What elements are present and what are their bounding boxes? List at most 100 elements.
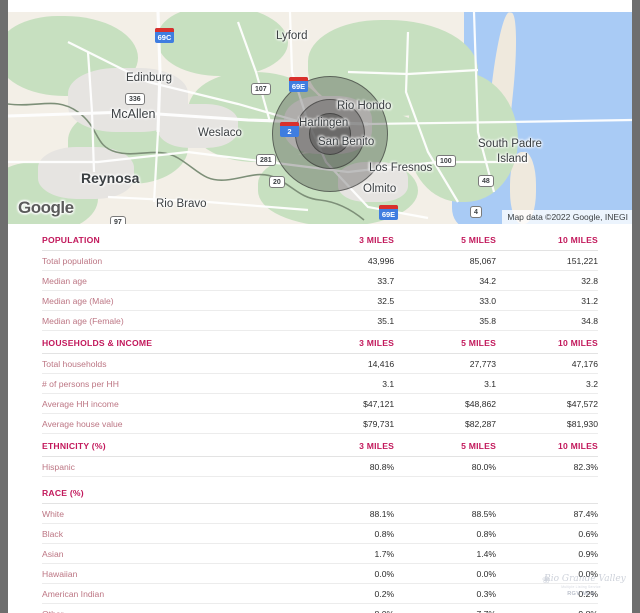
table-row: Average house value $79,731 $82,287 $81,930 xyxy=(42,413,598,434)
table-row: White 88.1% 88.5% 87.4% xyxy=(42,503,598,524)
map-attribution: Map data ©2022 Google, INEGI xyxy=(502,210,632,224)
row-label: Average house value xyxy=(42,413,293,434)
section-header-row: HOUSEHOLDS & INCOME 3 MILES 5 MILES 10 MILE… xyxy=(42,330,598,354)
row-value-2: 85,067 xyxy=(394,250,497,271)
table-row: Total population 43,996 85,067 151,221 xyxy=(42,250,598,271)
column-header-3: 10 MILES xyxy=(496,228,598,251)
listing-demographics-page: Lyford Edinburg McAllen Weslaco Reynosa Rio B… xyxy=(8,0,632,613)
row-value-1: 3.1 xyxy=(292,373,395,394)
column-header-1: 3 MILES xyxy=(292,433,395,457)
section-header-row: RACE (%) xyxy=(42,476,598,504)
highway-shield-336: 336 xyxy=(125,93,145,105)
table-row: Total households 14,416 27,773 47,176 xyxy=(42,353,598,374)
map-label-rio-bravo: Rio Bravo xyxy=(156,198,207,210)
row-value-3: $81,930 xyxy=(496,413,598,434)
row-label: Black xyxy=(42,523,293,544)
map-label-olmito: Olmito xyxy=(363,183,397,195)
table-row: Hispanic 80.8% 80.0% 82.3% xyxy=(42,456,598,477)
row-value-2: 0.3% xyxy=(394,583,497,604)
row-value-1: 14,416 xyxy=(292,353,395,374)
interstate-shield-69E: 69E xyxy=(289,77,308,92)
demographics-radius-map[interactable]: Lyford Edinburg McAllen Weslaco Reynosa Rio B… xyxy=(8,12,632,224)
row-label: Asian xyxy=(42,543,293,564)
table-row: # of persons per HH 3.1 3.1 3.2 xyxy=(42,373,598,394)
map-canvas[interactable]: Lyford Edinburg McAllen Weslaco Reynosa Rio B… xyxy=(8,12,632,224)
row-value-2: 35.8 xyxy=(394,310,497,331)
map-label-weslaco: Weslaco xyxy=(198,127,242,139)
section-title: HOUSEHOLDS & INCOME xyxy=(42,330,293,354)
table-row: Median age 33.7 34.2 32.8 xyxy=(42,270,598,291)
row-value-2: 80.0% xyxy=(394,456,497,477)
row-value-2: 1.4% xyxy=(394,543,497,564)
row-value-3: 32.8 xyxy=(496,270,598,291)
row-value-3: 47,176 xyxy=(496,353,598,374)
map-label-mcallen: McAllen xyxy=(111,107,156,121)
row-value-2: $82,287 xyxy=(394,413,497,434)
highway-shield-107: 107 xyxy=(251,83,271,95)
row-label: Median age (Female) xyxy=(42,310,293,331)
row-label: Median age (Male) xyxy=(42,290,293,311)
row-value-3: 151,221 xyxy=(496,250,598,271)
map-label-lyford: Lyford xyxy=(276,30,308,42)
row-value-1: 88.1% xyxy=(292,503,395,524)
column-header-2 xyxy=(394,476,497,504)
row-value-1: 80.8% xyxy=(292,456,395,477)
section-title: ETHNICITY (%) xyxy=(42,433,293,457)
highway-shield-20: 20 xyxy=(269,176,285,188)
row-value-1: $79,731 xyxy=(292,413,395,434)
interstate-shield-2: 2 xyxy=(280,122,299,137)
row-value-1: 0.8% xyxy=(292,523,395,544)
row-value-1: 1.7% xyxy=(292,543,395,564)
row-value-1: $47,121 xyxy=(292,393,395,414)
column-header-2: 5 MILES xyxy=(394,433,497,457)
row-value-3: 87.4% xyxy=(496,503,598,524)
row-label: # of persons per HH xyxy=(42,373,293,394)
row-value-2: 27,773 xyxy=(394,353,497,374)
demographics-tables: POPULATION 3 MILES 5 MILES 10 MILES Total po… xyxy=(8,228,632,613)
row-label: Total population xyxy=(42,250,293,271)
interstate-shield-69C: 69C xyxy=(155,28,174,43)
row-value-2: 3.1 xyxy=(394,373,497,394)
row-value-3: 0.9% xyxy=(496,543,598,564)
column-header-1 xyxy=(292,476,395,504)
row-value-1: 33.7 xyxy=(292,270,395,291)
row-value-3: 0.0% xyxy=(496,563,598,584)
row-value-2: 88.5% xyxy=(394,503,497,524)
row-label: Median age xyxy=(42,270,293,291)
row-value-2: 0.8% xyxy=(394,523,497,544)
row-value-1: 35.1 xyxy=(292,310,395,331)
table-row: American Indian 0.2% 0.3% 0.2% xyxy=(42,583,598,604)
interstate-shield-69E: 69E xyxy=(379,205,398,220)
demographics-table: POPULATION 3 MILES 5 MILES 10 MILES Total po… xyxy=(42,228,598,613)
table-row: Asian 1.7% 1.4% 0.9% xyxy=(42,543,598,564)
row-value-3: 0.6% xyxy=(496,523,598,544)
highway-shield-4: 4 xyxy=(470,206,482,218)
map-label-san-benito: San Benito xyxy=(318,136,375,148)
row-label: White xyxy=(42,503,293,524)
column-header-3: 10 MILES xyxy=(496,330,598,354)
section-header-row: POPULATION 3 MILES 5 MILES 10 MILES xyxy=(42,228,598,251)
section-title: POPULATION xyxy=(42,228,293,251)
column-header-1: 3 MILES xyxy=(292,228,395,251)
row-value-3: 34.8 xyxy=(496,310,598,331)
section-header-row: ETHNICITY (%) 3 MILES 5 MILES 10 MILES xyxy=(42,433,598,457)
highway-shield-48: 48 xyxy=(478,175,494,187)
row-label: Average HH income xyxy=(42,393,293,414)
row-value-3: 0.2% xyxy=(496,583,598,604)
row-label: Hawaiian xyxy=(42,563,293,584)
map-label-island: Island xyxy=(497,153,528,165)
row-label: Total households xyxy=(42,353,293,374)
row-value-2: $48,862 xyxy=(394,393,497,414)
section-title: RACE (%) xyxy=(42,476,293,504)
table-row: Median age (Male) 32.5 33.0 31.2 xyxy=(42,290,598,311)
row-value-1: 0.2% xyxy=(292,583,395,604)
row-value-3: 3.2 xyxy=(496,373,598,394)
map-label-south-padre: South Padre xyxy=(478,138,542,150)
cut-off-content-below xyxy=(16,605,624,613)
row-label: Hispanic xyxy=(42,456,293,477)
highway-shield-100: 100 xyxy=(436,155,456,167)
row-value-2: 33.0 xyxy=(394,290,497,311)
map-label-harlingen: Harlingen xyxy=(299,117,349,129)
column-header-1: 3 MILES xyxy=(292,330,395,354)
table-row: Median age (Female) 35.1 35.8 34.8 xyxy=(42,310,598,331)
